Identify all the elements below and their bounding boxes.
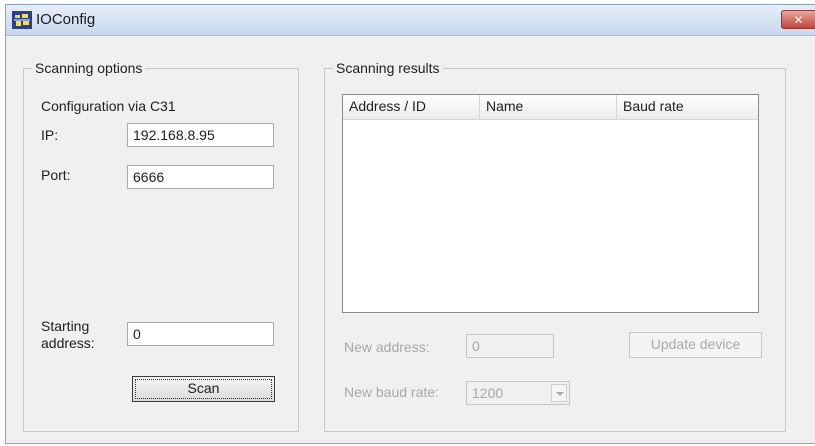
new-address-label: New address: bbox=[344, 339, 430, 355]
update-device-label: Update device bbox=[650, 336, 741, 352]
ip-field[interactable]: 192.168.8.95 bbox=[127, 123, 274, 147]
title-bar[interactable]: IOConfig ✕ bbox=[6, 5, 815, 36]
new-address-field[interactable]: 0 bbox=[466, 334, 554, 358]
new-baud-rate-label: New baud rate: bbox=[344, 384, 439, 400]
ip-label: IP: bbox=[41, 127, 59, 143]
starting-address-field[interactable]: 0 bbox=[127, 322, 274, 346]
app-icon bbox=[12, 11, 32, 29]
focus-ring bbox=[135, 379, 272, 399]
column-header-baud-rate[interactable]: Baud rate bbox=[617, 95, 758, 119]
scanning-options-title: Scanning options bbox=[32, 60, 146, 76]
starting-address-label-line2: address: bbox=[41, 335, 95, 351]
results-list[interactable]: Address / ID Name Baud rate bbox=[342, 94, 759, 313]
configuration-label: Configuration via C31 bbox=[41, 98, 176, 114]
update-device-button[interactable]: Update device bbox=[629, 332, 762, 358]
scanning-results-title: Scanning results bbox=[333, 60, 443, 76]
baud-rate-select[interactable]: 1200 bbox=[466, 381, 570, 405]
port-label: Port: bbox=[41, 167, 71, 183]
close-icon: ✕ bbox=[793, 13, 804, 27]
baud-rate-value: 1200 bbox=[472, 385, 504, 401]
column-header-address[interactable]: Address / ID bbox=[343, 95, 480, 119]
scan-button[interactable]: Scan bbox=[132, 376, 275, 402]
close-button[interactable]: ✕ bbox=[781, 10, 815, 29]
results-list-header: Address / ID Name Baud rate bbox=[343, 95, 758, 120]
chevron-down-icon[interactable] bbox=[551, 384, 567, 402]
port-field[interactable]: 6666 bbox=[127, 165, 274, 189]
starting-address-label-line1: Starting bbox=[41, 318, 90, 334]
window-title: IOConfig bbox=[36, 11, 96, 28]
client-area: Scanning options Configuration via C31 I… bbox=[6, 36, 815, 443]
column-header-name[interactable]: Name bbox=[480, 95, 617, 119]
ioconfig-window: IOConfig ✕ Scanning options Configuratio… bbox=[5, 4, 815, 444]
